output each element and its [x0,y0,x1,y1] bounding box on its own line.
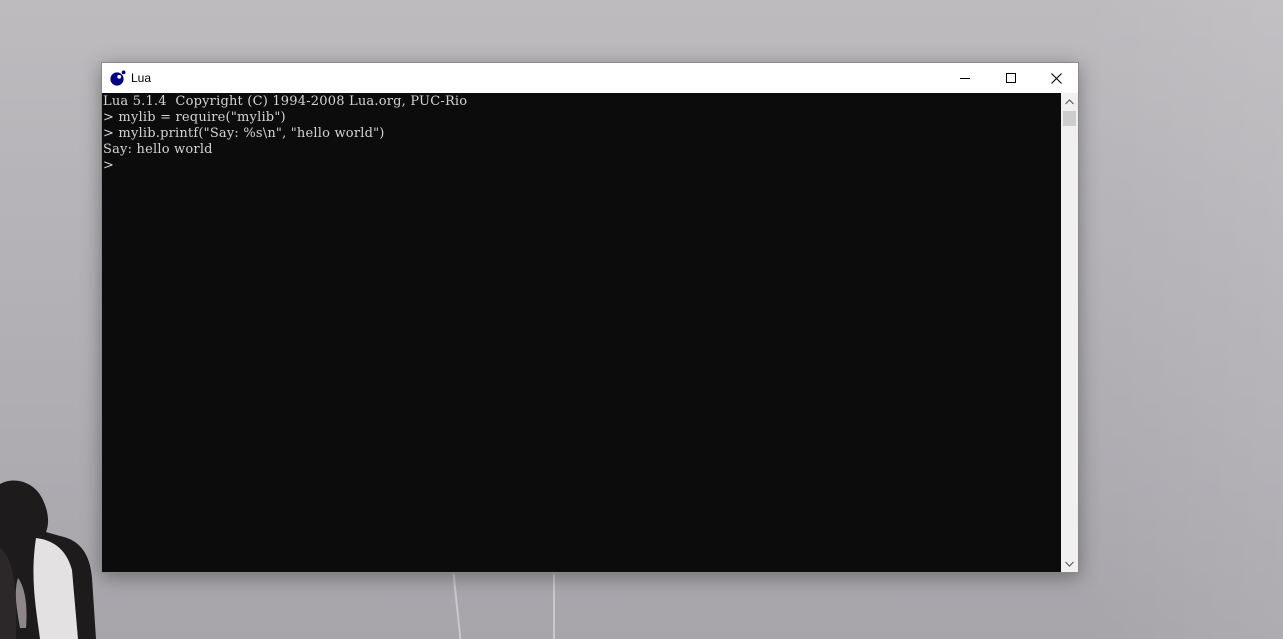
window-title: Lua [131,71,152,85]
close-icon [1050,72,1062,84]
lua-logo-icon [110,70,126,86]
console-output[interactable]: Lua 5.1.4 Copyright (C) 1994-2008 Lua.or… [102,93,1061,572]
vertical-scrollbar[interactable] [1061,93,1078,572]
console-prompt[interactable]: > [103,158,467,174]
console-line-output: Say: hello world [103,142,213,157]
lua-console-window: Lua Lua 5.1.4 Copyright (C) 1994-2008 Lu… [101,62,1079,573]
maximize-button[interactable] [988,63,1034,93]
console-line-banner: Lua 5.1.4 Copyright (C) 1994-2008 Lua.or… [103,94,468,109]
console-lines: Lua 5.1.4 Copyright (C) 1994-2008 Lua.or… [103,94,467,174]
minimize-icon [960,78,970,79]
minimize-button[interactable] [942,63,988,93]
scroll-thumb[interactable] [1063,111,1076,126]
wallpaper-line-left [452,574,462,639]
maximize-icon [1006,73,1016,83]
chevron-down-icon [1065,561,1074,567]
wallpaper-line-right [553,574,555,639]
wallpaper-highlight [1083,0,1283,639]
scroll-down-button[interactable] [1061,555,1078,572]
close-button[interactable] [1033,63,1079,93]
console-line-require: > mylib = require("mylib") [103,110,286,125]
console-line-printf: > mylib.printf("Say: %s\n", "hello world… [103,126,385,141]
wallpaper-figure [0,480,96,639]
chevron-up-icon [1065,98,1074,104]
scroll-up-button[interactable] [1061,93,1078,110]
title-bar[interactable]: Lua [102,63,1078,93]
